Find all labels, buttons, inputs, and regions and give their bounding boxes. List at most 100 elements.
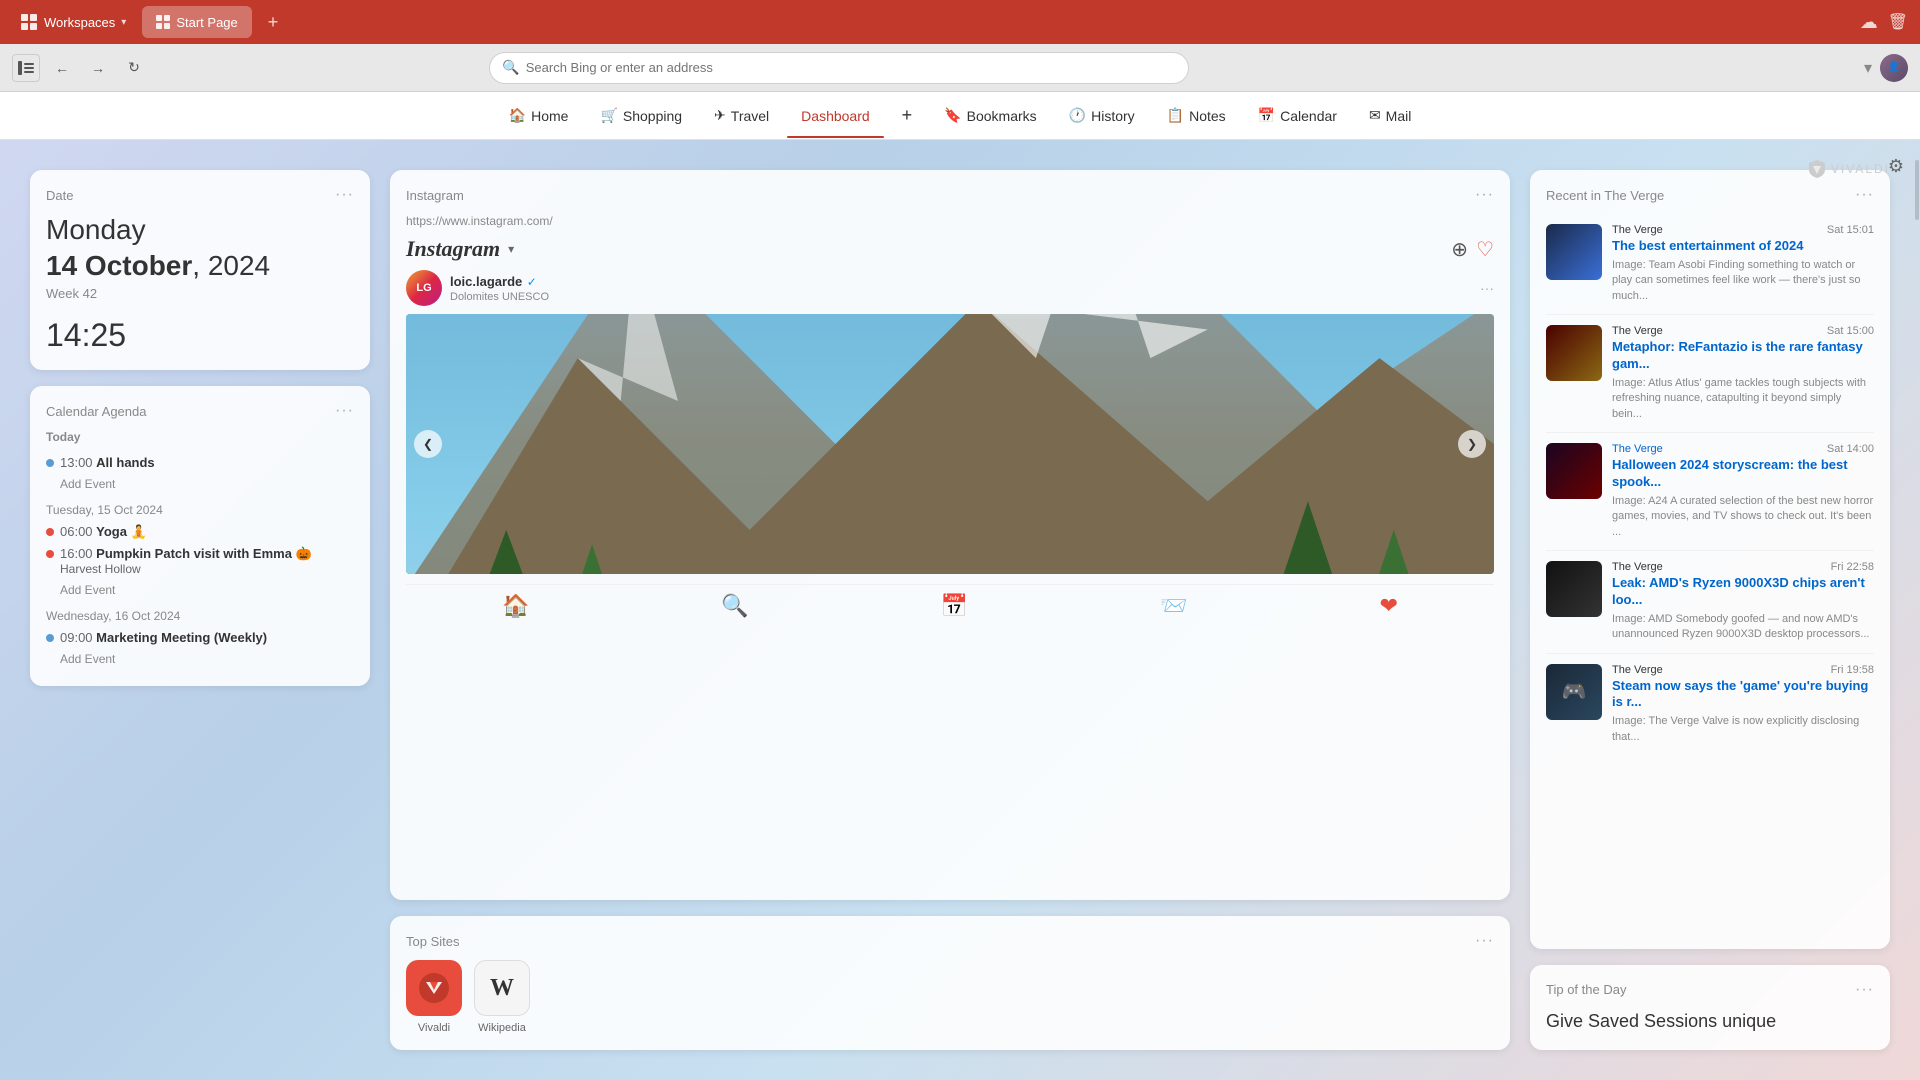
nav-item-shopping[interactable]: 🛒 Shopping — [586, 101, 696, 130]
instagram-chevron-icon[interactable]: ▾ — [508, 242, 514, 256]
add-event-wednesday-button[interactable]: Add Event — [46, 648, 354, 670]
nav-item-mail[interactable]: ✉ Mail — [1355, 101, 1425, 130]
instagram-next-button[interactable]: ❯ — [1458, 430, 1486, 458]
vivaldi-site-icon — [406, 960, 462, 1016]
nav-item-dashboard[interactable]: Dashboard — [787, 102, 884, 130]
top-site-wikipedia[interactable]: W Wikipedia — [474, 960, 530, 1034]
verge-article-5: 🎮 The Verge Fri 19:58 Steam now says the… — [1546, 654, 1874, 756]
calendar-widget: Calendar Agenda ··· Today 13:00 All hand… — [30, 386, 370, 686]
instagram-widget-title: Instagram — [406, 188, 464, 203]
verge-title-3[interactable]: Halloween 2024 storyscream: the best spo… — [1612, 457, 1874, 491]
left-column: Date ··· Monday 14 October, 2024 Week 42… — [30, 170, 370, 1050]
tip-widget-menu[interactable]: ··· — [1855, 981, 1874, 999]
verge-meta-5: The Verge Fri 19:58 — [1612, 664, 1874, 676]
top-sites-menu[interactable]: ··· — [1475, 932, 1494, 950]
instagram-heart-icon[interactable]: ♡ — [1476, 237, 1494, 262]
profile-avatar[interactable]: 👤 — [1880, 54, 1908, 82]
verge-meta-4: The Verge Fri 22:58 — [1612, 561, 1874, 573]
nav-item-history[interactable]: 🕐 History — [1055, 101, 1149, 130]
verge-title-2[interactable]: Metaphor: ReFantazio is the rare fantasy… — [1612, 339, 1874, 373]
shopping-nav-icon: 🛒 — [600, 107, 617, 124]
verge-article-3: The Verge Sat 14:00 Halloween 2024 story… — [1546, 433, 1874, 551]
start-page-tab[interactable]: Start Page — [142, 6, 251, 38]
search-icon: 🔍 — [502, 59, 519, 76]
date-widget: Date ··· Monday 14 October, 2024 Week 42… — [30, 170, 370, 370]
verge-time-4: Fri 22:58 — [1831, 561, 1874, 573]
forward-button[interactable]: → — [84, 54, 112, 82]
instagram-actions: ⊕ ♡ — [1451, 237, 1494, 262]
instagram-prev-button[interactable]: ❮ — [414, 430, 442, 458]
verge-source-1: The Verge — [1612, 224, 1663, 236]
dropdown-icon[interactable]: ▾ — [1864, 58, 1872, 78]
event-dot — [46, 634, 54, 642]
calendar-widget-menu[interactable]: ··· — [335, 402, 354, 420]
nav-dashboard-label: Dashboard — [801, 108, 870, 124]
settings-button[interactable]: ⚙ — [1888, 156, 1904, 177]
instagram-heart-footer-icon[interactable]: ❤ — [1380, 593, 1398, 619]
sidebar-toggle-button[interactable] — [12, 54, 40, 82]
instagram-widget-header: Instagram ··· — [406, 186, 1494, 204]
back-icon: ← — [55, 60, 69, 76]
verge-thumb-2 — [1546, 325, 1602, 381]
back-button[interactable]: ← — [48, 54, 76, 82]
instagram-plus-icon[interactable]: ⊕ — [1451, 237, 1468, 262]
instagram-home-icon[interactable]: 🏠 — [502, 593, 529, 619]
date-widget-menu[interactable]: ··· — [335, 186, 354, 204]
workspaces-button[interactable]: Workspaces ▾ — [12, 9, 134, 35]
verge-content-3: The Verge Sat 14:00 Halloween 2024 story… — [1612, 443, 1874, 540]
nav-item-plus[interactable]: + — [888, 99, 927, 132]
top-sites-title: Top Sites — [406, 934, 459, 949]
verge-content-2: The Verge Sat 15:00 Metaphor: ReFantazio… — [1612, 325, 1874, 422]
nav-travel-label: Travel — [731, 108, 769, 124]
nav-item-travel[interactable]: ✈ Travel — [700, 101, 783, 130]
instagram-send-icon[interactable]: 📨 — [1160, 593, 1187, 619]
verge-title-4[interactable]: Leak: AMD's Ryzen 9000X3D chips aren't l… — [1612, 575, 1874, 609]
nav-bar: 🏠 Home 🛒 Shopping ✈ Travel Dashboard + 🔖… — [0, 92, 1920, 140]
verge-widget-title: Recent in The Verge — [1546, 188, 1664, 203]
nav-notes-label: Notes — [1189, 108, 1226, 124]
mail-nav-icon: ✉ — [1369, 107, 1381, 124]
verge-title-5[interactable]: Steam now says the 'game' you're buying … — [1612, 678, 1874, 712]
nav-item-bookmarks[interactable]: 🔖 Bookmarks — [930, 101, 1050, 130]
instagram-calendar-footer-icon[interactable]: 📅 — [941, 593, 968, 619]
calendar-nav-icon: 📅 — [1258, 107, 1275, 124]
nav-item-home[interactable]: 🏠 Home — [495, 101, 583, 130]
nav-item-notes[interactable]: 📋 Notes — [1153, 101, 1240, 130]
instagram-more-icon[interactable]: ··· — [1480, 280, 1494, 296]
verge-source-3: The Verge — [1612, 443, 1663, 455]
new-tab-button[interactable]: + — [260, 12, 287, 33]
calendar-today-label: Today — [46, 430, 354, 444]
trash-icon[interactable]: 🗑 — [1888, 12, 1908, 32]
verge-time-5: Fri 19:58 — [1831, 664, 1874, 676]
date-year: , 2024 — [192, 250, 270, 281]
verge-source-2: The Verge — [1612, 325, 1663, 337]
wikipedia-site-icon: W — [474, 960, 530, 1016]
verge-widget-menu[interactable]: ··· — [1855, 186, 1874, 204]
search-input[interactable] — [526, 60, 1177, 75]
verge-source-4: The Verge — [1612, 561, 1663, 573]
calendar-event-allhands: 13:00 All hands — [46, 452, 354, 473]
nav-item-calendar[interactable]: 📅 Calendar — [1244, 101, 1351, 130]
nav-home-label: Home — [531, 108, 568, 124]
nav-mail-label: Mail — [1386, 108, 1412, 124]
event-name: Yoga 🧘 — [96, 524, 147, 539]
instagram-widget-menu[interactable]: ··· — [1475, 186, 1494, 204]
verge-meta-1: The Verge Sat 15:01 — [1612, 224, 1874, 236]
add-event-tuesday-button[interactable]: Add Event — [46, 579, 354, 601]
right-column: Recent in The Verge ··· The Verge Sat 15… — [1530, 170, 1890, 1050]
wikipedia-site-label: Wikipedia — [478, 1022, 526, 1034]
tip-content: Give Saved Sessions unique — [1546, 1009, 1874, 1034]
sidebar-icon — [18, 61, 34, 75]
forward-icon: → — [91, 60, 105, 76]
verge-title-1[interactable]: The best entertainment of 2024 — [1612, 238, 1874, 255]
tip-widget: Tip of the Day ··· Give Saved Sessions u… — [1530, 965, 1890, 1050]
add-event-today-button[interactable]: Add Event — [46, 473, 354, 495]
refresh-button[interactable]: ↻ — [120, 54, 148, 82]
top-site-vivaldi[interactable]: Vivaldi — [406, 960, 462, 1034]
date-time: 14:25 — [46, 317, 354, 354]
vivaldi-wordmark: VIVALDI — [1831, 162, 1890, 176]
nav-shopping-label: Shopping — [623, 108, 682, 124]
cloud-sync-icon[interactable]: ☁ — [1860, 12, 1878, 33]
instagram-logo: Instagram — [406, 236, 500, 262]
instagram-search-footer-icon[interactable]: 🔍 — [721, 593, 748, 619]
